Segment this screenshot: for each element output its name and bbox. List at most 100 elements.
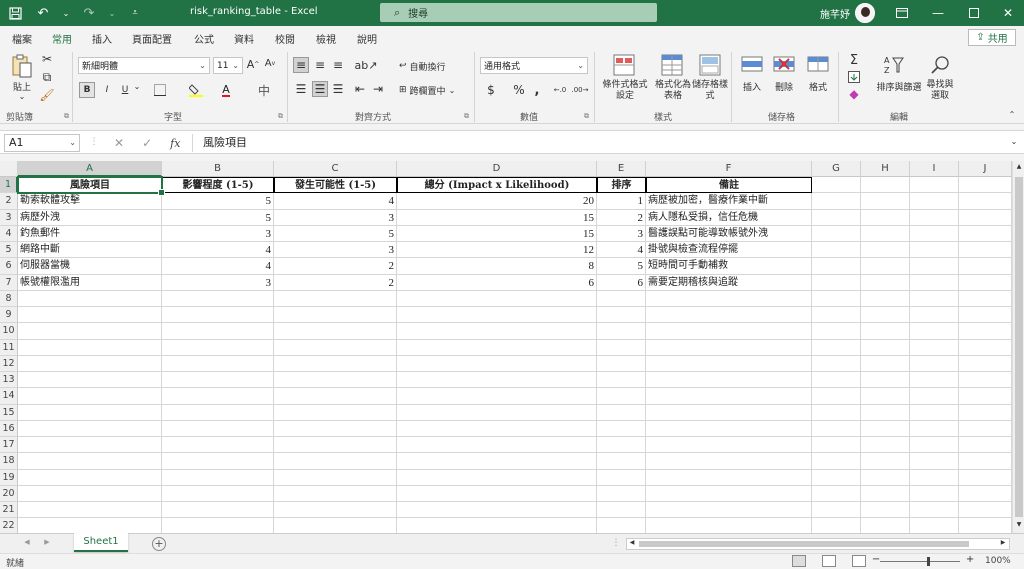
- empty-cell[interactable]: [162, 420, 274, 437]
- empty-cell[interactable]: [18, 355, 162, 372]
- maximize-icon[interactable]: [956, 0, 992, 26]
- empty-cell[interactable]: [861, 258, 910, 275]
- empty-cell[interactable]: [397, 355, 597, 372]
- empty-cell[interactable]: [162, 355, 274, 372]
- empty-cell[interactable]: [812, 193, 861, 210]
- empty-cell[interactable]: [18, 339, 162, 356]
- empty-cell[interactable]: [910, 404, 959, 421]
- empty-cell[interactable]: [959, 209, 1012, 226]
- row-header-16[interactable]: 16: [0, 420, 18, 437]
- percent-icon[interactable]: %: [511, 82, 527, 98]
- empty-cell[interactable]: [597, 290, 646, 307]
- empty-cell[interactable]: [162, 502, 274, 519]
- empty-cell[interactable]: [812, 290, 861, 307]
- zoom-level[interactable]: 100%: [985, 556, 1011, 566]
- empty-cell[interactable]: [861, 453, 910, 470]
- empty-cell[interactable]: [597, 355, 646, 372]
- empty-cell[interactable]: [597, 437, 646, 454]
- paste-icon[interactable]: [8, 52, 36, 80]
- redo-dropdown-icon[interactable]: ⌄: [108, 4, 116, 22]
- empty-cell[interactable]: [274, 372, 397, 389]
- table-cell[interactable]: 3: [597, 225, 646, 242]
- empty-cell[interactable]: [597, 372, 646, 389]
- empty-cell[interactable]: [910, 437, 959, 454]
- empty-cell[interactable]: [959, 453, 1012, 470]
- empty-cell[interactable]: [646, 502, 812, 519]
- minimize-icon[interactable]: —: [920, 0, 956, 26]
- row-header-12[interactable]: 12: [0, 355, 18, 372]
- tab-splitter-icon[interactable]: ⋮: [612, 538, 621, 548]
- column-header-h[interactable]: H: [861, 161, 910, 177]
- empty-cell[interactable]: [910, 274, 959, 291]
- format-cells-icon[interactable]: [806, 54, 830, 74]
- find-select-button[interactable]: 尋找與選取: [924, 80, 956, 102]
- empty-cell[interactable]: [397, 502, 597, 519]
- empty-cell[interactable]: [274, 437, 397, 454]
- increase-font-icon[interactable]: A ^: [247, 58, 260, 71]
- empty-cell[interactable]: [812, 242, 861, 259]
- empty-cell[interactable]: [861, 225, 910, 242]
- empty-cell[interactable]: [959, 193, 1012, 210]
- table-cell[interactable]: 3: [274, 242, 397, 259]
- table-cell[interactable]: 帳號權限濫用: [18, 274, 162, 291]
- number-format-dropdown[interactable]: 通用格式 ⌄: [480, 57, 588, 74]
- fill-icon[interactable]: [846, 70, 862, 84]
- table-cell[interactable]: 5: [162, 193, 274, 210]
- empty-cell[interactable]: [646, 339, 812, 356]
- empty-cell[interactable]: [959, 469, 1012, 486]
- empty-cell[interactable]: [910, 339, 959, 356]
- empty-cell[interactable]: [397, 388, 597, 405]
- zoom-slider[interactable]: [880, 561, 960, 562]
- table-header-cell[interactable]: 備註: [646, 177, 812, 194]
- table-cell[interactable]: 15: [397, 209, 597, 226]
- empty-cell[interactable]: [274, 420, 397, 437]
- insert-function-icon[interactable]: fx: [170, 137, 180, 150]
- table-cell[interactable]: 病歷被加密，醫療作業中斷: [646, 193, 812, 210]
- row-header-22[interactable]: 22: [0, 518, 18, 533]
- font-launcher-icon[interactable]: ⧉: [278, 112, 283, 121]
- empty-cell[interactable]: [597, 485, 646, 502]
- sheet-tab-sheet1[interactable]: Sheet1: [74, 533, 128, 552]
- table-cell[interactable]: 4: [597, 242, 646, 259]
- empty-cell[interactable]: [597, 420, 646, 437]
- table-cell[interactable]: 4: [274, 193, 397, 210]
- empty-cell[interactable]: [812, 339, 861, 356]
- table-cell[interactable]: 6: [397, 274, 597, 291]
- format-as-table-icon[interactable]: [660, 53, 684, 77]
- empty-cell[interactable]: [910, 485, 959, 502]
- empty-cell[interactable]: [959, 177, 1012, 194]
- empty-cell[interactable]: [959, 323, 1012, 340]
- table-cell[interactable]: 3: [274, 209, 397, 226]
- empty-cell[interactable]: [812, 518, 861, 533]
- empty-cell[interactable]: [861, 485, 910, 502]
- find-select-icon[interactable]: [928, 53, 952, 77]
- format-cells-label[interactable]: 格式: [806, 80, 830, 93]
- enter-icon[interactable]: ✓: [142, 136, 152, 150]
- empty-cell[interactable]: [162, 404, 274, 421]
- tab-page-layout[interactable]: 頁面配置: [132, 31, 172, 46]
- clipboard-launcher-icon[interactable]: ⧉: [64, 112, 69, 121]
- empty-cell[interactable]: [274, 388, 397, 405]
- search-box[interactable]: ⌕ 搜尋: [380, 3, 657, 22]
- empty-cell[interactable]: [812, 307, 861, 324]
- paste-dropdown-icon[interactable]: ⌄: [14, 92, 30, 101]
- wrap-text-button[interactable]: ↩ 自動換行: [399, 59, 446, 73]
- column-header-a[interactable]: A: [18, 161, 162, 177]
- undo-icon[interactable]: ↶: [34, 4, 52, 22]
- number-launcher-icon[interactable]: ⧉: [584, 112, 589, 121]
- empty-cell[interactable]: [959, 437, 1012, 454]
- insert-cells-icon[interactable]: [740, 54, 764, 74]
- empty-cell[interactable]: [597, 502, 646, 519]
- empty-cell[interactable]: [812, 404, 861, 421]
- row-header-9[interactable]: 9: [0, 307, 18, 324]
- table-cell[interactable]: 3: [162, 274, 274, 291]
- empty-cell[interactable]: [397, 404, 597, 421]
- empty-cell[interactable]: [812, 437, 861, 454]
- row-header-3[interactable]: 3: [0, 209, 18, 226]
- row-header-15[interactable]: 15: [0, 404, 18, 421]
- empty-cell[interactable]: [274, 339, 397, 356]
- redo-icon[interactable]: ↷: [80, 4, 98, 22]
- delete-cells-label[interactable]: 刪除: [772, 80, 796, 93]
- empty-cell[interactable]: [959, 307, 1012, 324]
- empty-cell[interactable]: [910, 502, 959, 519]
